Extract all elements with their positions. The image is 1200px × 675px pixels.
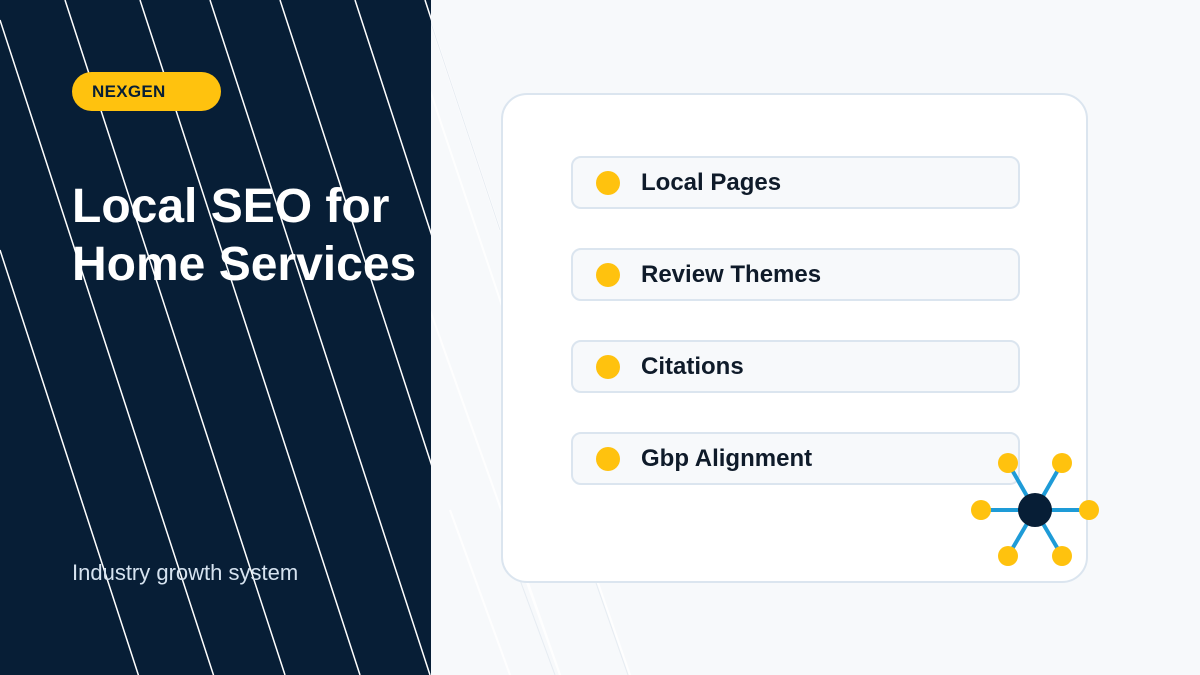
feature-label: Gbp Alignment (641, 445, 813, 472)
feature-label: Citations (641, 353, 744, 380)
feature-item-gbp-alignment: Gbp Alignment (571, 432, 1020, 485)
bullet-dot-icon (596, 263, 620, 287)
network-hub-icon (971, 453, 1099, 566)
feature-label: Review Themes (641, 261, 822, 288)
bullet-dot-icon (596, 355, 620, 379)
feature-item-local-pages: Local Pages (571, 156, 1020, 209)
bullet-dot-icon (596, 447, 620, 471)
bullet-dot-icon (596, 171, 620, 195)
brand-name: NEXGEN (92, 82, 166, 101)
page-subtitle: Industry growth system (72, 560, 299, 585)
feature-item-citations: Citations (571, 340, 1020, 393)
page-title: Local SEO for Home Services (72, 180, 417, 291)
brand-badge: NEXGEN (72, 72, 221, 111)
feature-item-review-themes: Review Themes (571, 248, 1020, 301)
feature-label: Local Pages (641, 169, 782, 196)
